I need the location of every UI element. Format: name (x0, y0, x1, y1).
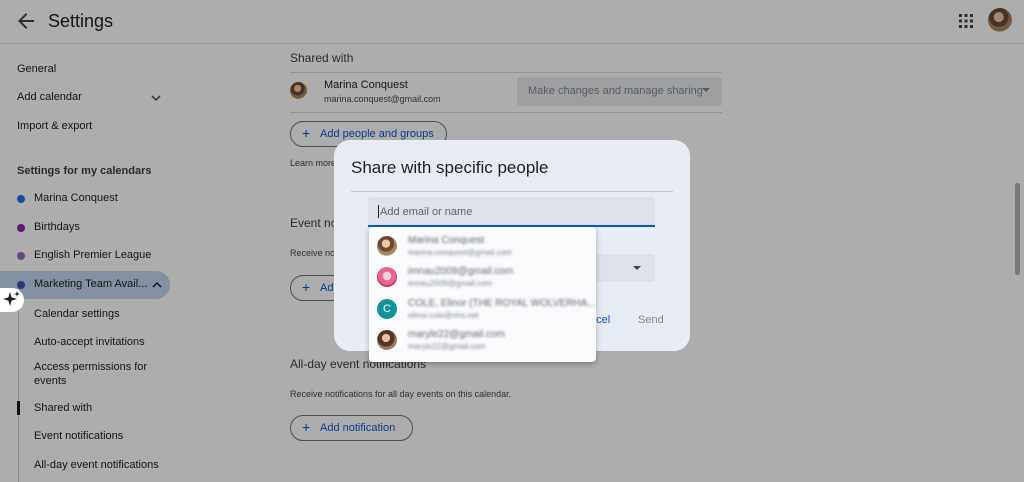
suggestion-item[interactable]: imnau2009@gmail.com imnau2009@gmail.com (369, 262, 596, 293)
scrollbar-thumb[interactable] (1015, 183, 1020, 275)
contact-avatar (377, 330, 397, 350)
contact-name: COLE, Elinor (THE ROYAL WOLVERHA... (408, 298, 596, 309)
dropdown-arrow-icon (633, 266, 641, 270)
contact-name: imnau2009@gmail.com (408, 266, 514, 277)
contact-email: imnau2009@gmail.com (408, 279, 493, 288)
dialog-title: Share with specific people (351, 158, 549, 177)
assistant-sparkle-button[interactable] (0, 288, 24, 312)
contact-avatar (377, 267, 397, 287)
sparkle-icon (3, 291, 20, 306)
contact-avatar (377, 236, 397, 256)
permission-dropdown[interactable] (596, 254, 655, 282)
suggestion-item[interactable]: maryle22@gmail.com maryle22@gmail.com (369, 325, 596, 356)
contact-name: Marina Conquest (408, 235, 485, 246)
send-button[interactable]: Send (638, 314, 664, 326)
suggestion-item[interactable]: C COLE, Elinor (THE ROYAL WOLVERHA... el… (369, 294, 596, 325)
add-email-input[interactable]: Add email or name (368, 197, 655, 227)
input-placeholder: Add email or name (380, 206, 473, 218)
text-caret (378, 205, 379, 218)
dialog-divider (351, 191, 673, 192)
contact-email: elinor.cole@nhs.net (408, 311, 479, 320)
contact-suggestions: Marina Conquest marina.conquest@gmail.co… (369, 227, 596, 362)
contact-avatar-letter: C (377, 299, 397, 319)
contact-email: marina.conquest@gmail.com (408, 248, 512, 257)
suggestion-item[interactable]: Marina Conquest marina.conquest@gmail.co… (369, 231, 596, 262)
contact-email: maryle22@gmail.com (408, 342, 486, 351)
contact-name: maryle22@gmail.com (408, 329, 505, 340)
